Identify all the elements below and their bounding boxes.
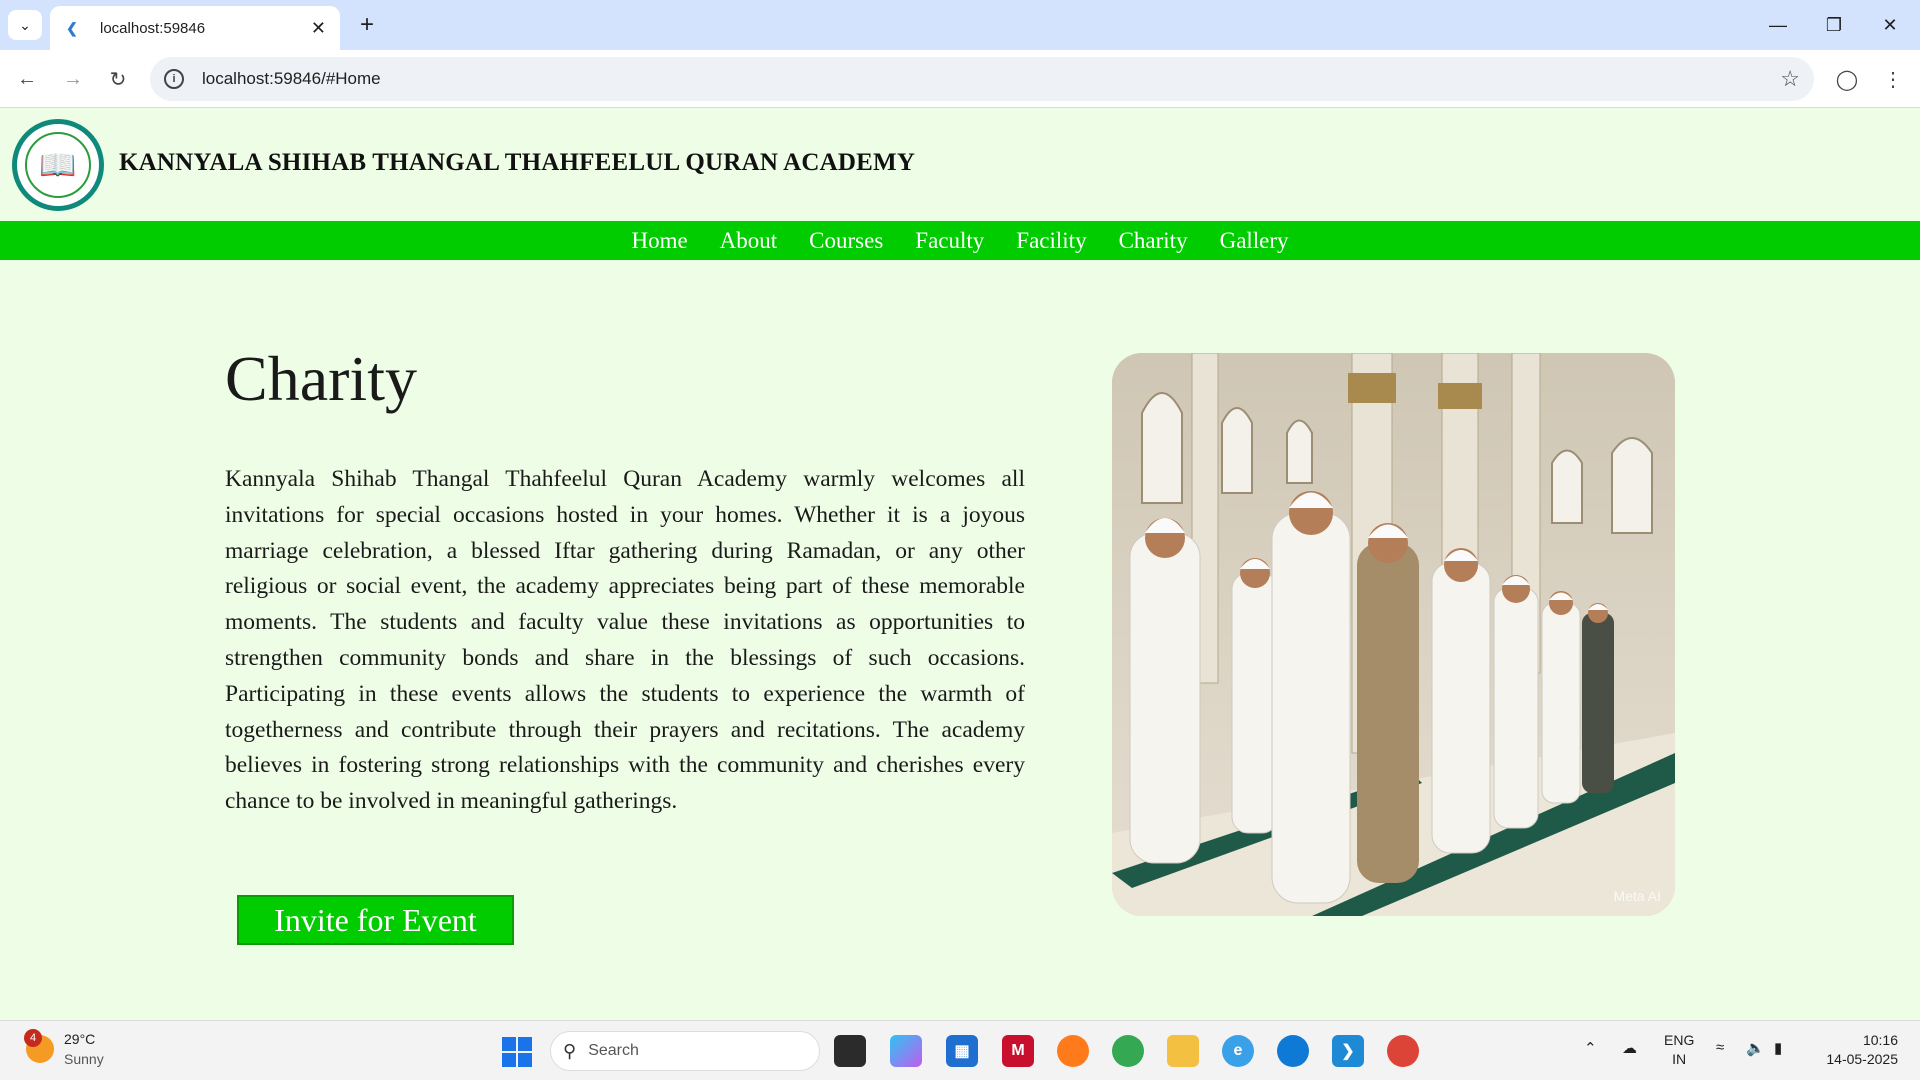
onedrive-icon[interactable]: ☁ bbox=[1622, 1039, 1637, 1057]
invite-for-event-button[interactable]: Invite for Event bbox=[237, 895, 514, 945]
close-tab-icon[interactable]: ✕ bbox=[311, 18, 326, 39]
new-tab-button[interactable]: + bbox=[352, 10, 382, 40]
tab-title: localhost:59846 bbox=[100, 19, 206, 37]
mcafee-icon[interactable]: M bbox=[1002, 1035, 1034, 1067]
clock-date: 14-05-2025 bbox=[1826, 1051, 1898, 1067]
nav-courses[interactable]: Courses bbox=[809, 228, 883, 254]
notification-badge: 4 bbox=[24, 1029, 42, 1047]
minimize-button[interactable]: — bbox=[1758, 8, 1798, 42]
weather-temp: 29°C bbox=[64, 1031, 96, 1047]
task-view-icon[interactable] bbox=[834, 1035, 866, 1067]
lang-code: ENG bbox=[1664, 1032, 1695, 1048]
menu-kebab-icon[interactable]: ⋮ bbox=[1878, 64, 1908, 94]
chrome-profile-icon[interactable] bbox=[1112, 1035, 1144, 1067]
wifi-icon[interactable]: ≈ bbox=[1716, 1039, 1724, 1056]
academy-name: KANNYALA SHIHAB THANGAL THAHFEELUL QURAN… bbox=[119, 149, 916, 176]
weather-widget[interactable]: 4 29°C Sunny bbox=[24, 1029, 104, 1069]
search-placeholder: Search bbox=[588, 1042, 639, 1059]
page-title: Charity bbox=[225, 343, 417, 414]
browser-toolbar: ← → ↻ i localhost:59846/#Home ☆ ◯ ⋮ bbox=[0, 50, 1920, 108]
prayer-photo: Meta AI bbox=[1112, 353, 1675, 916]
address-bar[interactable]: i localhost:59846/#Home ☆ bbox=[150, 57, 1814, 101]
flutter-icon: ❮ bbox=[66, 19, 78, 36]
edge-icon[interactable] bbox=[1277, 1035, 1309, 1067]
chrome-icon[interactable] bbox=[1387, 1035, 1419, 1067]
taskbar-search[interactable]: ⚲ Search bbox=[550, 1031, 820, 1071]
nav-faculty[interactable]: Faculty bbox=[915, 228, 984, 254]
forward-button[interactable]: → bbox=[58, 64, 88, 94]
site-info-icon[interactable]: i bbox=[164, 69, 184, 89]
sun-icon: 4 bbox=[24, 1029, 54, 1063]
windows-taskbar: 4 29°C Sunny ⚲ Search ▦ M e ❯ ⌃ ☁ ENG IN… bbox=[0, 1020, 1920, 1080]
weather-condition: Sunny bbox=[64, 1051, 104, 1067]
vscode-icon[interactable]: ❯ bbox=[1332, 1035, 1364, 1067]
browser-tab-strip: ⌄ ❮ localhost:59846 ✕ + — ❐ ✕ bbox=[0, 0, 1920, 50]
profile-icon[interactable]: ◯ bbox=[1832, 64, 1862, 94]
main-nav: Home About Courses Faculty Facility Char… bbox=[0, 221, 1920, 260]
file-explorer-icon[interactable] bbox=[1167, 1035, 1199, 1067]
site-header: 📖 KANNYALA SHIHAB THANGAL THAHFEELUL QUR… bbox=[0, 109, 1920, 221]
chevron-up-icon[interactable]: ⌃ bbox=[1584, 1039, 1597, 1057]
reload-button[interactable]: ↻ bbox=[103, 64, 133, 94]
quran-icon: 📖 bbox=[25, 132, 91, 198]
clock[interactable]: 10:16 14-05-2025 bbox=[1818, 1031, 1898, 1069]
volume-icon[interactable]: 🔈 bbox=[1746, 1039, 1765, 1057]
close-window-button[interactable]: ✕ bbox=[1870, 8, 1910, 42]
ie-icon[interactable]: e bbox=[1222, 1035, 1254, 1067]
restore-button[interactable]: ❐ bbox=[1814, 8, 1854, 42]
url-text[interactable]: localhost:59846/#Home bbox=[202, 69, 1780, 89]
microsoft-store-icon[interactable]: ▦ bbox=[946, 1035, 978, 1067]
nav-facility[interactable]: Facility bbox=[1016, 228, 1086, 254]
prayer-illustration bbox=[1112, 353, 1675, 916]
browser-tab[interactable]: ❮ localhost:59846 ✕ bbox=[50, 6, 340, 50]
lang-region: IN bbox=[1672, 1051, 1687, 1067]
charity-description: Kannyala Shihab Thangal Thahfeelul Quran… bbox=[225, 466, 1025, 815]
nav-gallery[interactable]: Gallery bbox=[1220, 228, 1289, 254]
copilot-icon[interactable] bbox=[890, 1035, 922, 1067]
windows-start-icon[interactable] bbox=[502, 1037, 532, 1067]
search-icon: ⚲ bbox=[563, 1040, 577, 1061]
nav-charity[interactable]: Charity bbox=[1119, 228, 1188, 254]
nav-about[interactable]: About bbox=[720, 228, 778, 254]
image-watermark: Meta AI bbox=[1613, 888, 1661, 904]
battery-icon[interactable]: ▮ bbox=[1774, 1039, 1782, 1057]
academy-logo[interactable]: 📖 bbox=[12, 119, 104, 211]
back-button[interactable]: ← bbox=[12, 64, 42, 94]
tab-search-button[interactable]: ⌄ bbox=[8, 10, 42, 40]
clock-time: 10:16 bbox=[1862, 1032, 1898, 1048]
language-indicator[interactable]: ENG IN bbox=[1664, 1031, 1694, 1069]
nav-home[interactable]: Home bbox=[631, 228, 687, 254]
bookmark-star-icon[interactable]: ☆ bbox=[1780, 66, 1800, 92]
firefox-icon[interactable] bbox=[1057, 1035, 1089, 1067]
